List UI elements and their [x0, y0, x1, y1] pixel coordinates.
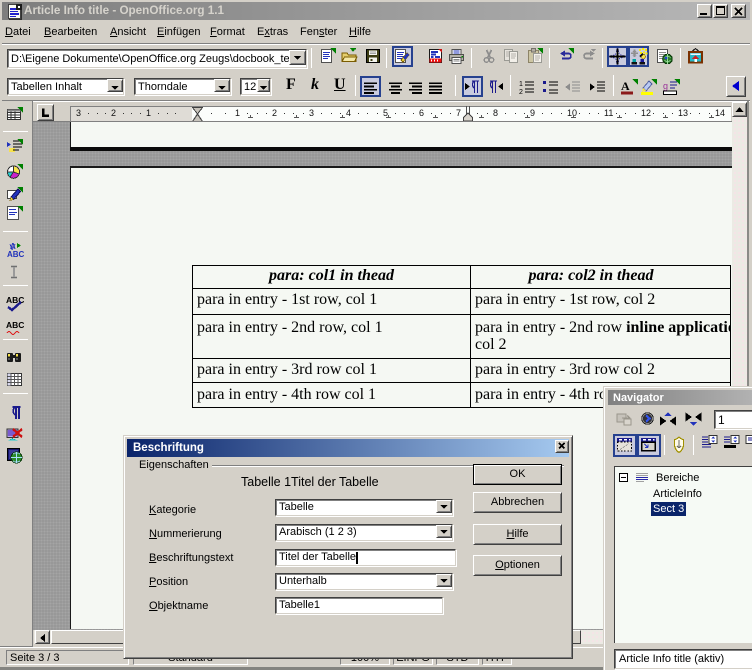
svg-text:2: 2 — [519, 89, 523, 95]
svg-text:ABC: ABC — [6, 320, 24, 330]
svg-text:g: g — [663, 81, 668, 91]
svg-text:ABC: ABC — [7, 250, 24, 258]
svg-text:ABC: ABC — [6, 295, 24, 305]
svg-text:A: A — [621, 79, 630, 93]
svg-text:1: 1 — [519, 81, 523, 88]
